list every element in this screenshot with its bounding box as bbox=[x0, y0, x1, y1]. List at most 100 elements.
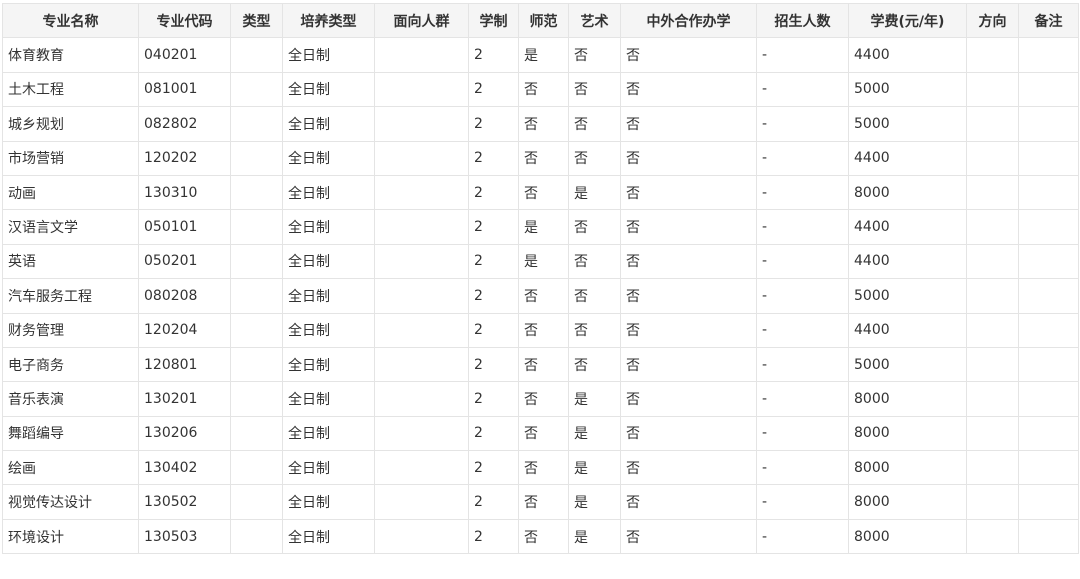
cell-training-type: 全日制 bbox=[282, 312, 375, 348]
cell-direction bbox=[966, 450, 1019, 486]
cell-tuition: 8000 bbox=[848, 381, 967, 417]
header-direction: 方向 bbox=[966, 2, 1019, 39]
table-row: 土木工程 081001 全日制 2 否否否 -5000 bbox=[2, 71, 1079, 108]
cell-normal: 是 bbox=[518, 209, 569, 245]
cell-major-code: 130503 bbox=[138, 518, 231, 555]
cell-training-type: 全日制 bbox=[282, 243, 375, 280]
header-cooperation: 中外合作办学 bbox=[620, 2, 757, 39]
cell-tuition: 4400 bbox=[848, 243, 967, 280]
table-row: 动画 130310 全日制 2 否是否 -8000 bbox=[2, 174, 1079, 211]
cell-normal: 否 bbox=[518, 71, 569, 108]
cell-normal: 否 bbox=[518, 450, 569, 486]
cell-remarks bbox=[1018, 415, 1079, 452]
cell-direction bbox=[966, 209, 1019, 245]
cell-remarks bbox=[1018, 278, 1079, 314]
cell-remarks bbox=[1018, 518, 1079, 555]
cell-enrollment: - bbox=[756, 209, 849, 245]
cell-major-code: 130201 bbox=[138, 381, 231, 417]
cell-remarks bbox=[1018, 71, 1079, 108]
cell-type bbox=[230, 450, 283, 486]
cell-tuition: 8000 bbox=[848, 450, 967, 486]
cell-enrollment: - bbox=[756, 243, 849, 280]
cell-art: 否 bbox=[568, 312, 621, 348]
cell-major-code: 081001 bbox=[138, 71, 231, 108]
cell-direction bbox=[966, 106, 1019, 142]
cell-type bbox=[230, 381, 283, 417]
cell-tuition: 8000 bbox=[848, 518, 967, 555]
cell-cooperation: 否 bbox=[620, 278, 757, 314]
cell-type bbox=[230, 278, 283, 314]
cell-training-type: 全日制 bbox=[282, 174, 375, 211]
cell-art: 否 bbox=[568, 209, 621, 245]
cell-major-code: 130402 bbox=[138, 450, 231, 486]
cell-major-code: 050201 bbox=[138, 243, 231, 280]
table-row: 汽车服务工程 080208 全日制 2 否否否 -5000 bbox=[2, 278, 1079, 314]
cell-type bbox=[230, 174, 283, 211]
cell-major-name: 英语 bbox=[2, 243, 139, 280]
cell-direction bbox=[966, 312, 1019, 348]
cell-art: 是 bbox=[568, 174, 621, 211]
cell-type bbox=[230, 71, 283, 108]
cell-normal: 否 bbox=[518, 346, 569, 383]
table-row: 舞蹈编导 130206 全日制 2 否是否 -8000 bbox=[2, 415, 1079, 452]
cell-tuition: 4400 bbox=[848, 209, 967, 245]
cell-cooperation: 否 bbox=[620, 37, 757, 73]
cell-art: 否 bbox=[568, 278, 621, 314]
cell-years: 2 bbox=[468, 312, 519, 348]
table-row: 财务管理 120204 全日制 2 否否否 -4400 bbox=[2, 312, 1079, 348]
cell-remarks bbox=[1018, 140, 1079, 176]
cell-normal: 是 bbox=[518, 37, 569, 73]
majors-table: 专业名称 专业代码 类型 培养类型 面向人群 学制 师范 艺术 中外合作办学 招… bbox=[2, 2, 1079, 555]
table-row: 视觉传达设计 130502 全日制 2 否是否 -8000 bbox=[2, 484, 1079, 520]
cell-major-code: 082802 bbox=[138, 106, 231, 142]
cell-training-type: 全日制 bbox=[282, 346, 375, 383]
header-normal: 师范 bbox=[518, 2, 569, 39]
cell-audience bbox=[374, 346, 469, 383]
table-row: 体育教育 040201 全日制 2 是否否 -4400 bbox=[2, 37, 1079, 73]
cell-major-name: 音乐表演 bbox=[2, 381, 139, 417]
table-row: 英语 050201 全日制 2 是否否 -4400 bbox=[2, 243, 1079, 280]
cell-type bbox=[230, 140, 283, 176]
cell-years: 2 bbox=[468, 346, 519, 383]
cell-enrollment: - bbox=[756, 484, 849, 520]
cell-cooperation: 否 bbox=[620, 415, 757, 452]
table-row: 城乡规划 082802 全日制 2 否否否 -5000 bbox=[2, 106, 1079, 142]
cell-audience bbox=[374, 415, 469, 452]
cell-tuition: 5000 bbox=[848, 71, 967, 108]
header-enrollment: 招生人数 bbox=[756, 2, 849, 39]
header-tuition: 学费(元/年) bbox=[848, 2, 967, 39]
cell-audience bbox=[374, 209, 469, 245]
cell-normal: 是 bbox=[518, 243, 569, 280]
cell-major-name: 环境设计 bbox=[2, 518, 139, 555]
cell-enrollment: - bbox=[756, 346, 849, 383]
cell-art: 是 bbox=[568, 518, 621, 555]
header-row: 专业名称 专业代码 类型 培养类型 面向人群 学制 师范 艺术 中外合作办学 招… bbox=[2, 2, 1079, 39]
cell-type bbox=[230, 209, 283, 245]
cell-tuition: 8000 bbox=[848, 484, 967, 520]
cell-remarks bbox=[1018, 209, 1079, 245]
cell-major-name: 绘画 bbox=[2, 450, 139, 486]
cell-art: 是 bbox=[568, 450, 621, 486]
cell-cooperation: 否 bbox=[620, 484, 757, 520]
cell-training-type: 全日制 bbox=[282, 381, 375, 417]
cell-normal: 否 bbox=[518, 174, 569, 211]
cell-audience bbox=[374, 71, 469, 108]
cell-years: 2 bbox=[468, 381, 519, 417]
cell-normal: 否 bbox=[518, 140, 569, 176]
cell-years: 2 bbox=[468, 278, 519, 314]
cell-major-name: 舞蹈编导 bbox=[2, 415, 139, 452]
table-row: 环境设计 130503 全日制 2 否是否 -8000 bbox=[2, 518, 1079, 555]
cell-enrollment: - bbox=[756, 450, 849, 486]
cell-remarks bbox=[1018, 312, 1079, 348]
cell-audience bbox=[374, 106, 469, 142]
cell-enrollment: - bbox=[756, 140, 849, 176]
cell-cooperation: 否 bbox=[620, 450, 757, 486]
cell-cooperation: 否 bbox=[620, 106, 757, 142]
cell-years: 2 bbox=[468, 243, 519, 280]
cell-direction bbox=[966, 518, 1019, 555]
cell-direction bbox=[966, 174, 1019, 211]
cell-art: 否 bbox=[568, 346, 621, 383]
cell-tuition: 4400 bbox=[848, 140, 967, 176]
cell-audience bbox=[374, 312, 469, 348]
cell-normal: 否 bbox=[518, 381, 569, 417]
